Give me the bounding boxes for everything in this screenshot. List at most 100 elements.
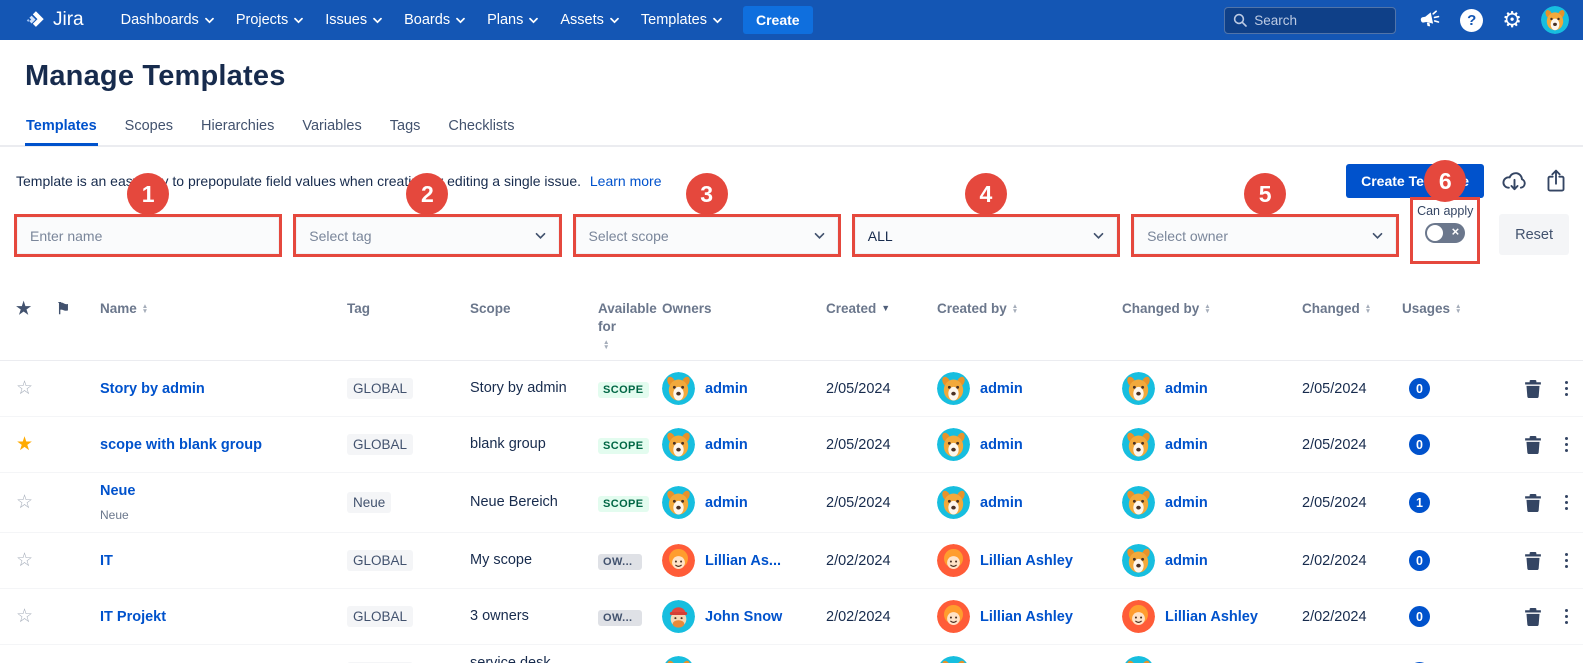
column-header[interactable]: Created by [937, 300, 1029, 318]
owner-filter-select[interactable]: Select owner [1134, 217, 1396, 254]
star-cell[interactable] [16, 377, 56, 400]
announcements-icon[interactable] [1418, 9, 1441, 32]
tab[interactable]: Tags [389, 118, 422, 146]
template-name-link[interactable]: IT Projekt [100, 609, 337, 625]
help-icon[interactable]: ? [1460, 9, 1483, 32]
sort-indicator-icon [1365, 300, 1371, 314]
table-row: IT GLOBAL My scope OW... Lillian As... 2… [0, 533, 1583, 589]
sort-indicator-icon [881, 300, 890, 313]
owners-cell: John Snow [662, 600, 826, 633]
owner-link[interactable]: admin [705, 437, 748, 453]
template-name-link[interactable]: IT [100, 553, 337, 569]
nav-menu-item[interactable]: Assets [549, 0, 630, 40]
column-header[interactable]: Available for [598, 300, 662, 350]
created-by-link[interactable]: admin [980, 437, 1023, 453]
star-cell[interactable] [16, 491, 56, 514]
column-header[interactable]: Usages [1402, 300, 1490, 318]
learn-more-link[interactable]: Learn more [590, 173, 662, 189]
row-actions [1490, 378, 1583, 399]
can-apply-toggle[interactable]: × [1425, 223, 1465, 243]
star-cell[interactable] [16, 549, 56, 572]
template-name-link[interactable]: Story by admin [100, 381, 337, 397]
created-by-link[interactable]: admin [980, 381, 1023, 397]
changed-by-link[interactable]: admin [1165, 553, 1208, 569]
changed-by-link[interactable]: admin [1165, 381, 1208, 397]
table-row: IT Projekt GLOBAL 3 owners OW... John Sn… [0, 589, 1583, 645]
nav-menu-item[interactable]: Issues [314, 0, 393, 40]
nav-menu-item[interactable]: Templates [630, 0, 733, 40]
row-actions [1490, 434, 1583, 455]
create-button[interactable]: Create [743, 6, 813, 34]
column-header[interactable] [56, 300, 100, 319]
column-header[interactable] [1490, 300, 1582, 304]
search-input[interactable] [1254, 13, 1374, 28]
column-header[interactable]: Changed [1302, 300, 1394, 318]
delete-icon[interactable] [1525, 436, 1541, 454]
name-filter-input[interactable] [17, 217, 279, 254]
search-box[interactable] [1224, 7, 1396, 34]
column-header[interactable]: Created [826, 300, 918, 318]
column-header[interactable]: Changed by [1122, 300, 1214, 318]
more-actions-icon[interactable] [1562, 434, 1572, 455]
chevron-down-icon [1093, 232, 1104, 240]
more-actions-icon[interactable] [1562, 378, 1572, 399]
can-apply-annotation: 6 Can apply × [1410, 197, 1480, 264]
owner-link[interactable]: John Snow [705, 609, 782, 625]
tab-label: Checklists [448, 118, 514, 134]
nav-menu-item[interactable]: Dashboards [110, 0, 225, 40]
created-by-link[interactable]: Lillian Ashley [980, 553, 1073, 569]
export-templates-icon[interactable] [1545, 169, 1567, 193]
more-actions-icon[interactable] [1562, 492, 1572, 513]
nav-menu-item[interactable]: Projects [225, 0, 314, 40]
owner-filter-value: Select owner [1147, 228, 1228, 244]
column-header[interactable]: Owners [662, 300, 754, 318]
available-for-cell: SCOPE [598, 437, 662, 453]
template-name-link[interactable]: Neue [100, 483, 337, 499]
gear-icon[interactable]: ⚙ [1502, 9, 1522, 31]
owners-cell: Lillian As... [662, 544, 826, 577]
reset-button[interactable]: Reset [1499, 214, 1569, 255]
changed-by-link[interactable]: Lillian Ashley [1165, 609, 1258, 625]
tab[interactable]: Checklists [447, 118, 515, 146]
scope-text: service desk team [470, 654, 598, 663]
changed-by-link[interactable]: admin [1165, 495, 1208, 511]
import-templates-icon[interactable] [1501, 169, 1528, 194]
owners-cell: admin [662, 428, 826, 461]
nav-menu-item[interactable]: Plans [476, 0, 549, 40]
tab[interactable]: Scopes [124, 118, 174, 146]
owner-link[interactable]: admin [705, 381, 748, 397]
owner-link[interactable]: Lillian As... [705, 553, 781, 569]
chevron-down-icon [294, 17, 303, 24]
row-actions [1490, 492, 1583, 513]
owner-avatar [662, 656, 695, 663]
header-label: Owners [662, 300, 712, 318]
name-cell: Story by admin [100, 371, 347, 407]
column-header[interactable]: Tag [347, 300, 439, 318]
jira-logo[interactable]: Jira [24, 9, 84, 31]
tab[interactable]: Hierarchies [200, 118, 275, 146]
changed-by-link[interactable]: admin [1165, 437, 1208, 453]
tab[interactable]: Templates [25, 118, 98, 146]
created-by-link[interactable]: admin [980, 495, 1023, 511]
delete-icon[interactable] [1525, 608, 1541, 626]
delete-icon[interactable] [1525, 380, 1541, 398]
scope-filter-select[interactable]: Select scope [576, 217, 838, 254]
created-by-link[interactable]: Lillian Ashley [980, 609, 1073, 625]
delete-icon[interactable] [1525, 552, 1541, 570]
star-cell[interactable] [16, 433, 56, 456]
type-filter-select[interactable]: ALL [855, 217, 1117, 254]
user-avatar[interactable] [1541, 6, 1569, 34]
column-header[interactable] [16, 300, 56, 318]
callout-4: 4 [965, 173, 1007, 215]
tab[interactable]: Variables [301, 118, 362, 146]
nav-menu-item[interactable]: Boards [393, 0, 476, 40]
more-actions-icon[interactable] [1562, 550, 1572, 571]
star-cell[interactable] [16, 605, 56, 628]
column-header[interactable]: Scope [470, 300, 562, 318]
more-actions-icon[interactable] [1562, 606, 1572, 627]
column-header[interactable]: Name [100, 300, 192, 318]
tag-filter-select[interactable]: Select tag [296, 217, 558, 254]
delete-icon[interactable] [1525, 494, 1541, 512]
template-name-link[interactable]: scope with blank group [100, 437, 337, 453]
owner-link[interactable]: admin [705, 495, 748, 511]
